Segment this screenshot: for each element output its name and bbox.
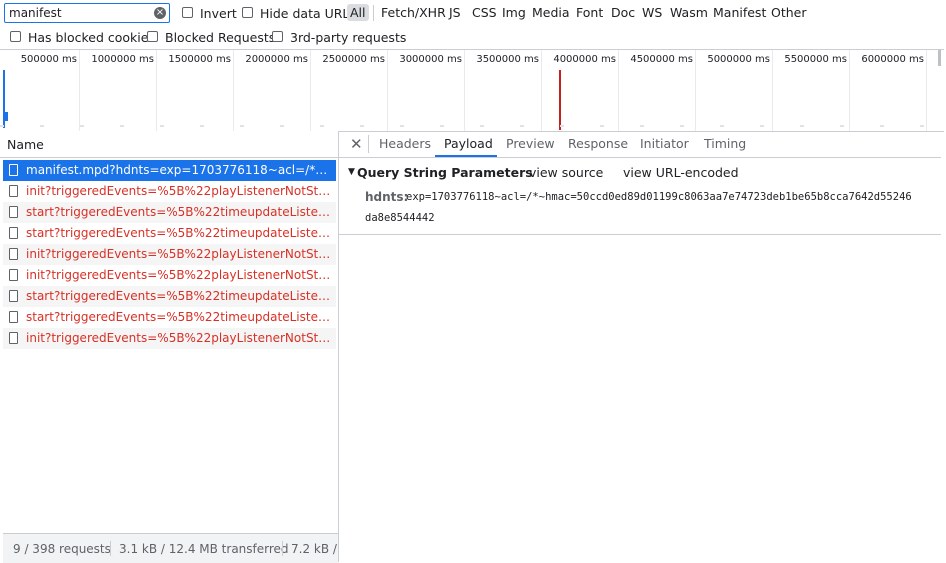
timeline-tick-label: 3500000 ms (476, 54, 539, 65)
document-icon (9, 290, 18, 302)
request-row[interactable]: init?triggeredEvents=%5B%22playListenerN… (3, 244, 336, 265)
document-icon (9, 227, 18, 239)
section-divider (339, 234, 941, 235)
timeline-load-marker (559, 70, 561, 130)
request-name: manifest.mpd?hdnts=exp=1703776118~acl=/*… (26, 163, 334, 177)
has-blocked-cookies-label: Has blocked cookies (28, 30, 155, 45)
type-filter-js[interactable]: JS (446, 4, 464, 21)
request-row[interactable]: start?triggeredEvents=%5B%22timeupdateLi… (3, 286, 336, 307)
toolbar-divider (373, 5, 374, 21)
hide-data-urls-checkbox[interactable] (242, 7, 253, 18)
tab-divider (368, 135, 369, 153)
timeline-request-bar (4, 112, 8, 121)
timeline-tick-label: 6000000 ms (861, 54, 924, 65)
type-filter-all[interactable]: All (347, 4, 369, 21)
timeline-tick-label: 5000000 ms (707, 54, 770, 65)
request-row[interactable]: manifest.mpd?hdnts=exp=1703776118~acl=/*… (3, 160, 336, 181)
resources-size: 7.2 kB / (291, 542, 337, 556)
type-filter-fetch-xhr[interactable]: Fetch/XHR (378, 4, 449, 21)
active-tab-indicator (435, 155, 497, 157)
filter-input-box[interactable]: × (4, 3, 170, 23)
tab-initiator[interactable]: Initiator (640, 136, 689, 151)
param-value-continued: da8e8544442 (365, 212, 435, 224)
timeline-tick-label: 1500000 ms (168, 54, 231, 65)
status-divider (110, 541, 111, 556)
name-column-label: Name (7, 137, 44, 152)
type-filter-other[interactable]: Other (768, 4, 810, 21)
timeline-activity-strip (0, 125, 944, 127)
clear-filter-icon[interactable]: × (154, 7, 166, 19)
request-name: start?triggeredEvents=%5B%22timeupdateLi… (26, 205, 334, 219)
request-count: 9 / 398 requests (13, 542, 111, 556)
request-name: init?triggeredEvents=%5B%22playListenerN… (26, 268, 334, 282)
tab-payload[interactable]: Payload (444, 136, 493, 151)
invert-checkbox[interactable] (182, 7, 193, 18)
document-icon (9, 311, 18, 323)
close-icon[interactable]: ✕ (350, 135, 363, 153)
request-name: start?triggeredEvents=%5B%22timeupdateLi… (26, 310, 334, 324)
document-icon (9, 269, 18, 281)
invert-label: Invert (200, 6, 237, 21)
tab-headers[interactable]: Headers (379, 136, 431, 151)
document-icon (9, 248, 18, 260)
type-filter-manifest[interactable]: Manifest (710, 4, 769, 21)
timeline-tick-label: 2500000 ms (322, 54, 385, 65)
name-column-header[interactable]: Name (0, 131, 338, 158)
timeline-tick-label: 500000 ms (20, 54, 77, 65)
details-tab-bar: ✕ Headers Payload Preview Response Initi… (339, 131, 941, 158)
status-divider (282, 541, 283, 556)
timeline-tick-label: 1000000 ms (91, 54, 154, 65)
request-row[interactable]: init?triggeredEvents=%5B%22playListenerN… (3, 265, 336, 286)
blocked-requests-label: Blocked Requests (165, 30, 276, 45)
document-icon (9, 185, 18, 197)
request-name: start?triggeredEvents=%5B%22timeupdateLi… (26, 289, 334, 303)
third-party-requests-label: 3rd-party requests (290, 30, 407, 45)
document-icon (9, 332, 18, 344)
tab-preview[interactable]: Preview (506, 136, 555, 151)
view-url-encoded-link[interactable]: view URL-encoded (623, 165, 739, 180)
request-name: init?triggeredEvents=%5B%22playListenerN… (26, 247, 334, 261)
request-name: init?triggeredEvents=%5B%22playListenerN… (26, 184, 334, 198)
document-icon (9, 206, 18, 218)
transferred-size: 3.1 kB / 12.4 MB transferred (119, 542, 289, 556)
request-name: init?triggeredEvents=%5B%22playListenerN… (26, 331, 334, 345)
document-icon (9, 164, 18, 176)
type-filter-ws[interactable]: WS (639, 4, 665, 21)
request-row[interactable]: init?triggeredEvents=%5B%22playListenerN… (3, 328, 336, 349)
filter-input[interactable] (5, 4, 149, 22)
collapse-triangle-icon[interactable]: ▼ (348, 167, 355, 177)
status-bar: 9 / 398 requests 3.1 kB / 12.4 MB transf… (3, 533, 338, 563)
timeline-gridline (926, 50, 927, 131)
request-name: start?triggeredEvents=%5B%22timeupdateLi… (26, 226, 334, 240)
request-row[interactable]: start?triggeredEvents=%5B%22timeupdateLi… (3, 202, 336, 223)
type-filter-img[interactable]: Img (499, 4, 529, 21)
third-party-requests-checkbox[interactable] (272, 31, 283, 42)
param-value: exp=1703776118~acl=/*~hmac=50ccd0ed89d01… (406, 191, 912, 203)
timeline-tick-label: 4000000 ms (553, 54, 616, 65)
type-filter-font[interactable]: Font (573, 4, 606, 21)
request-row[interactable]: init?triggeredEvents=%5B%22playListenerN… (3, 181, 336, 202)
tab-timing[interactable]: Timing (704, 136, 746, 151)
view-source-link[interactable]: view source (529, 165, 603, 180)
timeline-scroll-handle[interactable] (938, 50, 941, 66)
type-filter-media[interactable]: Media (529, 4, 573, 21)
blocked-requests-checkbox[interactable] (147, 31, 158, 42)
timeline-tick-label: 4500000 ms (630, 54, 693, 65)
timeline-tick-label: 2000000 ms (245, 54, 308, 65)
request-row[interactable]: start?triggeredEvents=%5B%22timeupdateLi… (3, 307, 336, 328)
has-blocked-cookies-checkbox[interactable] (10, 31, 21, 42)
type-filter-wasm[interactable]: Wasm (667, 4, 711, 21)
query-params-title[interactable]: Query String Parameters (357, 165, 533, 180)
tab-response[interactable]: Response (568, 136, 628, 151)
type-filter-doc[interactable]: Doc (608, 4, 638, 21)
timeline-tick-label: 3000000 ms (399, 54, 462, 65)
timeline-tick-label: 5500000 ms (784, 54, 847, 65)
type-filter-css[interactable]: CSS (469, 4, 500, 21)
request-row[interactable]: start?triggeredEvents=%5B%22timeupdateLi… (3, 223, 336, 244)
param-key: hdnts: (365, 190, 409, 204)
hide-data-urls-label: Hide data URLs (260, 6, 356, 21)
timeline-overview[interactable]: 500000 ms 1000000 ms 1500000 ms 2000000 … (0, 49, 944, 132)
